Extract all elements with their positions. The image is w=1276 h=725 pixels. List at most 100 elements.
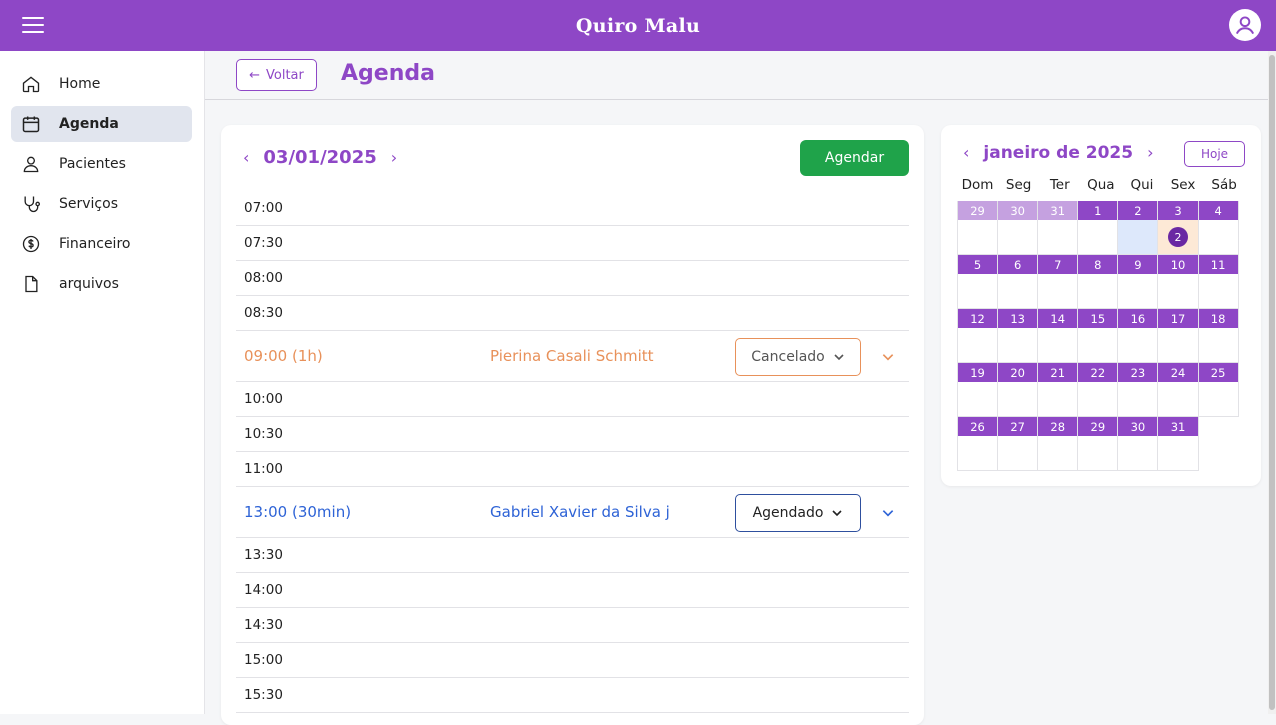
month-navigator: ‹ janeiro de 2025 › — [963, 143, 1153, 163]
today-button[interactable]: Hoje — [1184, 141, 1245, 167]
slot-time: 07:30 — [244, 235, 283, 251]
patient-name[interactable]: Pierina Casali Schmitt — [490, 347, 654, 365]
chevron-left-icon[interactable]: ‹ — [243, 149, 249, 166]
day-body — [1038, 220, 1077, 254]
day-body — [1038, 436, 1077, 470]
slot-time: 10:30 — [244, 426, 283, 442]
appointment-row-cancelled[interactable]: 09:00 (1h) Pierina Casali Schmitt Cancel… — [236, 331, 909, 382]
calendar-day-cell[interactable]: 30 — [997, 201, 1039, 255]
chevron-left-icon[interactable]: ‹ — [963, 145, 969, 161]
calendar-day-cell[interactable]: 17 — [1157, 309, 1199, 363]
time-slot[interactable]: 10:30 — [236, 417, 909, 452]
calendar-day-cell[interactable]: 4 — [1197, 201, 1239, 255]
calendar-day-cell[interactable]: 1 — [1077, 201, 1119, 255]
calendar-day-cell[interactable]: 12 — [957, 309, 999, 363]
time-slot[interactable]: 11:00 — [236, 452, 909, 487]
calendar-day-cell[interactable]: 15 — [1077, 309, 1119, 363]
calendar-day-cell[interactable]: 11 — [1197, 255, 1239, 309]
calendar-day-cell[interactable]: 25 — [1197, 363, 1239, 417]
page-title: Agenda — [341, 61, 435, 86]
calendar-day-cell[interactable]: 6 — [997, 255, 1039, 309]
calendar-day-cell[interactable]: 5 — [957, 255, 999, 309]
agendar-button[interactable]: Agendar — [800, 140, 909, 176]
time-slot-list: 07:00 07:30 08:00 08:30 09:00 (1h) Pieri… — [236, 191, 909, 713]
slot-time: 08:30 — [244, 305, 283, 321]
calendar-day-cell[interactable]: 19 — [957, 363, 999, 417]
expand-chevron-icon[interactable] — [876, 345, 900, 369]
hamburger-menu-icon[interactable] — [22, 17, 44, 33]
calendar-day-cell[interactable]: 20 — [997, 363, 1039, 417]
time-slot[interactable]: 15:00 — [236, 643, 909, 678]
calendar-day-cell[interactable]: 18 — [1197, 309, 1239, 363]
calendar-week-row: 26 27 28 29 30 31 — [957, 417, 1245, 471]
time-slot[interactable]: 13:30 — [236, 538, 909, 573]
calendar-day-cell[interactable]: 31 — [1037, 201, 1079, 255]
time-slot[interactable]: 15:30 — [236, 678, 909, 713]
calendar-day-cell[interactable]: 13 — [997, 309, 1039, 363]
calendar-day-cell[interactable]: 28 — [1037, 417, 1079, 471]
time-slot[interactable]: 10:00 — [236, 382, 909, 417]
calendar-day-cell[interactable]: 14 — [1037, 309, 1079, 363]
scrollbar-thumb[interactable] — [1269, 55, 1275, 710]
day-number: 14 — [1038, 309, 1078, 328]
calendar-day-cell[interactable]: 7 — [1037, 255, 1079, 309]
sidebar-item-pacientes[interactable]: Pacientes — [11, 146, 192, 182]
time-slot[interactable]: 07:00 — [236, 191, 909, 226]
day-body — [1038, 274, 1077, 308]
calendar-day-cell[interactable]: 10 — [1157, 255, 1199, 309]
calendar-day-cell[interactable]: 27 — [997, 417, 1039, 471]
calendar-day-cell[interactable]: 26 — [957, 417, 999, 471]
sidebar-item-label: Financeiro — [59, 236, 131, 252]
day-number: 16 — [1118, 309, 1158, 328]
date-navigator: ‹ 03/01/2025 › — [243, 147, 397, 168]
slot-time: 14:30 — [244, 617, 283, 633]
calendar-day-cell[interactable]: 24 — [1157, 363, 1199, 417]
calendar-day-cell[interactable]: 2 — [1117, 201, 1159, 255]
calendar-day-cell[interactable]: 32 — [1157, 201, 1199, 255]
day-number: 12 — [958, 309, 998, 328]
day-body — [998, 436, 1037, 470]
day-number: 2 — [1118, 201, 1158, 220]
calendar-day-cell[interactable]: 9 — [1117, 255, 1159, 309]
sidebar-item-arquivos[interactable]: arquivos — [11, 266, 192, 302]
calendar-day-cell[interactable]: 21 — [1037, 363, 1079, 417]
status-select[interactable]: Agendado — [735, 494, 861, 532]
sidebar-item-financeiro[interactable]: Financeiro — [11, 226, 192, 262]
patient-name[interactable]: Gabriel Xavier da Silva j — [490, 503, 670, 521]
sidebar: Home Agenda Pacientes Serviços Financeir… — [0, 51, 205, 714]
time-slot[interactable]: 08:30 — [236, 296, 909, 331]
day-body — [1158, 274, 1197, 308]
status-select[interactable]: Cancelado — [735, 338, 861, 376]
day-number: 23 — [1118, 363, 1158, 382]
sidebar-item-servicos[interactable]: Serviços — [11, 186, 192, 222]
calendar-day-cell[interactable]: 22 — [1077, 363, 1119, 417]
chevron-right-icon[interactable]: › — [391, 149, 397, 166]
time-slot[interactable]: 08:00 — [236, 261, 909, 296]
calendar-week-row: 29 30 31 1 2 3 2 4 — [957, 201, 1245, 255]
user-account-icon[interactable] — [1229, 9, 1261, 41]
scrollbar[interactable] — [1268, 51, 1276, 714]
calendar-day-cell[interactable]: 30 — [1117, 417, 1159, 471]
calendar-day-cell[interactable]: 16 — [1117, 309, 1159, 363]
appointment-row-scheduled[interactable]: 13:00 (30min) Gabriel Xavier da Silva j … — [236, 487, 909, 538]
sidebar-item-home[interactable]: Home — [11, 66, 192, 102]
weekday-label: Dom — [961, 177, 994, 193]
back-button[interactable]: ← Voltar — [236, 59, 317, 91]
time-slot[interactable]: 14:00 — [236, 573, 909, 608]
sidebar-item-label: arquivos — [59, 276, 119, 292]
time-slot[interactable]: 07:30 — [236, 226, 909, 261]
day-body — [998, 328, 1037, 362]
sidebar-item-agenda[interactable]: Agenda — [11, 106, 192, 142]
calendar-day-cell[interactable]: 8 — [1077, 255, 1119, 309]
calendar-day-cell[interactable]: 23 — [1117, 363, 1159, 417]
chevron-right-icon[interactable]: › — [1147, 145, 1153, 161]
calendar-day-cell[interactable]: 29 — [957, 201, 999, 255]
chevron-down-icon — [834, 354, 844, 361]
day-number: 24 — [1158, 363, 1198, 382]
expand-chevron-icon[interactable] — [876, 501, 900, 525]
day-number: 21 — [1038, 363, 1078, 382]
time-slot[interactable]: 14:30 — [236, 608, 909, 643]
calendar-day-cell[interactable]: 31 — [1157, 417, 1199, 471]
day-body — [1118, 274, 1157, 308]
calendar-day-cell[interactable]: 29 — [1077, 417, 1119, 471]
